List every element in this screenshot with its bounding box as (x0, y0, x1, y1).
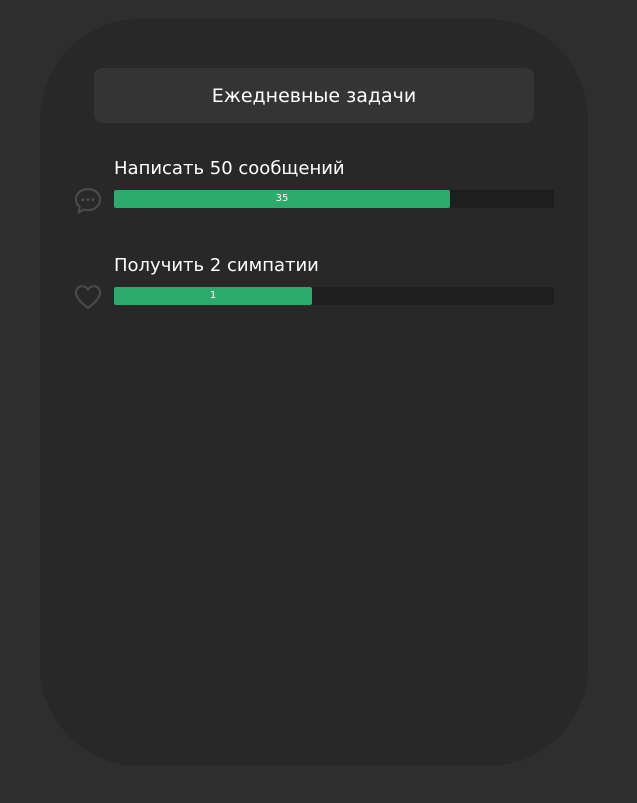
task-title: Получить 2 симпатии (114, 255, 319, 276)
task-item-messages: Написать 50 сообщений 35 (72, 158, 562, 214)
daily-tasks-panel (40, 19, 588, 766)
task-item-likes: Получить 2 симпатии 1 (72, 255, 562, 310)
daily-tasks-title: Ежедневные задачи (211, 84, 417, 107)
heart-icon (72, 281, 104, 313)
task-title: Написать 50 сообщений (114, 158, 345, 179)
progress-bar: 35 (114, 190, 554, 208)
daily-tasks-header: Ежедневные задачи (94, 68, 534, 123)
chat-bubble-icon (72, 185, 104, 217)
progress-value: 35 (275, 193, 289, 204)
progress-value: 1 (209, 290, 217, 301)
progress-bar: 1 (114, 287, 554, 305)
